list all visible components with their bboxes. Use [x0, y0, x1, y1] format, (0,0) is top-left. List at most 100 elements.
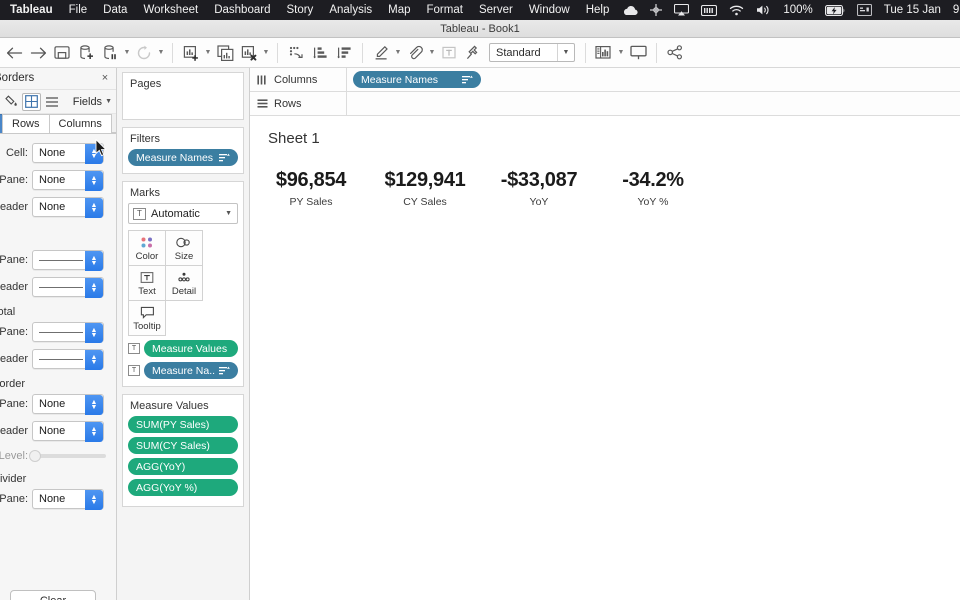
pin-axes-icon[interactable] [461, 41, 485, 65]
fields-dropdown[interactable]: Fields ▼ [73, 96, 112, 108]
format-field-pane-1[interactable]: Pane: None ▲ ▼ [0, 169, 116, 191]
filter-sort-icon[interactable] [462, 75, 473, 85]
refresh-data-source-caret-icon[interactable]: ▼ [156, 41, 166, 65]
format-field-total-header[interactable]: Header: ▲▼ [0, 348, 116, 370]
save-icon[interactable] [50, 41, 74, 65]
format-field-header-1[interactable]: Header: None ▲▼ [0, 196, 116, 218]
mark-type-select[interactable]: T Automatic ▼ [128, 203, 238, 224]
format-field-divider-pane-select[interactable]: None ▲ ▼ [32, 489, 104, 510]
measure-pill-yoy[interactable]: AGG(YoY) [128, 458, 238, 475]
kpi-cy-sales[interactable]: $129,941 CY Sales [382, 169, 468, 208]
menubar-date[interactable]: Tue 15 Jan [878, 4, 947, 16]
stepper-icon[interactable]: ▲ ▼ [85, 350, 103, 370]
borders-icon[interactable] [22, 92, 41, 111]
pause-auto-updates-caret-icon[interactable]: ▼ [122, 41, 132, 65]
format-field-pane-1-select[interactable]: None ▲ ▼ [32, 170, 104, 191]
format-field-border-pane[interactable]: Pane: None ▲ ▼ [0, 393, 116, 415]
marks-tooltip-button[interactable]: Tooltip [128, 300, 166, 336]
marks-pill-measure-values[interactable]: Measure Values [144, 340, 238, 357]
format-field-header-1-select[interactable]: None ▲ ▼ [32, 197, 104, 218]
highlighter-icon[interactable] [369, 41, 393, 65]
boxed-glyph-icon[interactable] [851, 0, 878, 20]
battery-charging-icon[interactable] [819, 0, 851, 20]
measure-pill-yoy-pct[interactable]: AGG(YoY %) [128, 479, 238, 496]
filter-sort-icon[interactable] [219, 366, 230, 376]
battery-percent-label[interactable]: 100% [777, 4, 818, 16]
menu-app-name[interactable]: Tableau [6, 4, 61, 16]
tab-columns[interactable]: Columns [48, 114, 112, 133]
kpi-py-sales[interactable]: $96,854 PY Sales [268, 169, 354, 208]
format-field-pane-2-select[interactable]: ▲ ▼ [32, 250, 104, 271]
stepper-icon[interactable]: ▲ ▼ [85, 198, 103, 218]
menu-item-story[interactable]: Story [278, 4, 321, 16]
menu-item-map[interactable]: Map [380, 4, 418, 16]
pause-auto-updates-icon[interactable] [98, 41, 122, 65]
paperclip-caret-icon[interactable]: ▼ [427, 41, 437, 65]
close-icon[interactable]: × [98, 71, 112, 85]
fit-select[interactable]: Standard ▼ [489, 43, 575, 62]
filter-sort-icon[interactable] [219, 153, 230, 163]
sort-descending-icon[interactable] [332, 41, 356, 65]
marks-text-button[interactable]: Text [128, 265, 166, 301]
new-worksheet-icon[interactable] [179, 41, 203, 65]
menu-item-format[interactable]: Format [419, 4, 471, 16]
back-icon[interactable] [2, 41, 26, 65]
menu-item-window[interactable]: Window [521, 4, 578, 16]
level-slider-track[interactable] [29, 450, 106, 462]
menu-item-worksheet[interactable]: Worksheet [135, 4, 206, 16]
chevron-down-icon[interactable]: ▼ [225, 210, 232, 217]
marks-size-button[interactable]: Size [165, 230, 203, 266]
chevron-down-icon[interactable]: ▼ [105, 98, 112, 105]
volume-icon[interactable] [750, 0, 777, 20]
stepper-icon[interactable]: ▲ ▼ [85, 490, 103, 510]
kpi-yoy-pct[interactable]: -34.2% YoY % [610, 169, 696, 208]
battery-bar-icon[interactable] [695, 0, 723, 20]
stepper-icon[interactable]: ▲ ▼ [85, 278, 103, 298]
crosshair-icon[interactable] [644, 0, 668, 20]
worksheet-canvas[interactable]: Sheet 1 $96,854 PY Sales $129,941 CY Sal… [250, 116, 960, 600]
sort-ascending-icon[interactable] [308, 41, 332, 65]
measure-pill-cy-sales[interactable]: SUM(CY Sales) [128, 437, 238, 454]
stepper-icon[interactable]: ▲ ▼ [85, 171, 103, 191]
rows-shelf-drop-zone[interactable] [347, 92, 960, 116]
level-slider-knob[interactable] [29, 450, 41, 462]
format-field-border-header[interactable]: Header: None ▲▼ [0, 420, 116, 442]
share-icon[interactable] [663, 41, 687, 65]
menu-item-analysis[interactable]: Analysis [321, 4, 380, 16]
format-field-pane-2[interactable]: Pane: ▲ ▼ [0, 249, 116, 271]
menu-item-file[interactable]: File [61, 4, 96, 16]
format-field-cell[interactable]: Cell: None ▲ ▼ [0, 142, 116, 164]
columns-shelf-drop-zone[interactable]: Measure Names [347, 68, 960, 92]
columns-pill-measure-names[interactable]: Measure Names [353, 71, 481, 88]
level-slider[interactable]: Level: [0, 447, 116, 465]
lines-icon[interactable] [42, 93, 61, 111]
format-field-border-pane-select[interactable]: None ▲ ▼ [32, 394, 104, 415]
measure-pill-py-sales[interactable]: SUM(PY Sales) [128, 416, 238, 433]
format-field-border-header-select[interactable]: None ▲ ▼ [32, 421, 104, 442]
refresh-data-source-icon[interactable] [132, 41, 156, 65]
stepper-icon[interactable]: ▲ ▼ [85, 395, 103, 415]
format-field-total-pane-select[interactable]: ▲ ▼ [32, 322, 104, 343]
kpi-yoy[interactable]: -$33,087 YoY [496, 169, 582, 208]
format-field-total-header-select[interactable]: ▲ ▼ [32, 349, 104, 370]
clear-sheet-caret-icon[interactable]: ▼ [261, 41, 271, 65]
swap-rows-columns-icon[interactable] [284, 41, 308, 65]
wifi-icon[interactable] [723, 0, 750, 20]
menu-item-dashboard[interactable]: Dashboard [206, 4, 278, 16]
columns-shelf[interactable]: Columns Measure Names [250, 67, 960, 92]
format-field-header-2[interactable]: Header: ▲▼ [0, 276, 116, 298]
menubar-time[interactable]: 9:18 am [947, 4, 960, 16]
highlighter-caret-icon[interactable]: ▼ [393, 41, 403, 65]
tab-rows[interactable]: Rows [2, 114, 50, 133]
format-field-divider-pane[interactable]: Pane: None ▲ ▼ [0, 488, 116, 510]
format-field-total-pane[interactable]: Pane: ▲ ▼ [0, 321, 116, 343]
stepper-icon[interactable]: ▲ ▼ [85, 251, 103, 271]
show-me-icon[interactable] [592, 41, 616, 65]
new-data-source-icon[interactable] [74, 41, 98, 65]
forward-icon[interactable] [26, 41, 50, 65]
duplicate-sheet-icon[interactable] [213, 41, 237, 65]
stepper-icon[interactable]: ▲ ▼ [85, 422, 103, 442]
format-field-header-2-select[interactable]: ▲ ▼ [32, 277, 104, 298]
paperclip-icon[interactable] [403, 41, 427, 65]
clear-button[interactable]: Clear [10, 590, 96, 600]
